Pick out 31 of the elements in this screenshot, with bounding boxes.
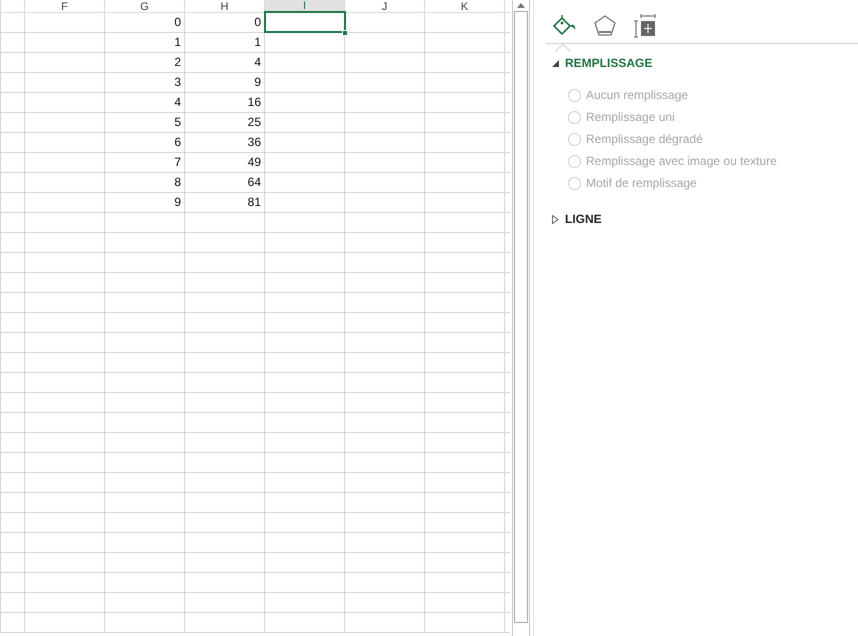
table-cell: 9 xyxy=(184,72,264,92)
table-cell: 25 xyxy=(184,112,264,132)
table-cell: 16 xyxy=(184,92,264,112)
table-cell: 1 xyxy=(184,32,264,52)
expand-triangle-icon xyxy=(552,214,559,224)
table-cell: 49 xyxy=(184,152,264,172)
column-header[interactable]: H xyxy=(184,0,264,12)
table-cell: 1 xyxy=(104,32,184,52)
table-cell: 3 xyxy=(104,72,184,92)
table-cell: 6 xyxy=(104,132,184,152)
table-cell: 81 xyxy=(184,192,264,212)
table-cell: 9 xyxy=(104,192,184,212)
section-header[interactable]: REMPLISSAGE xyxy=(546,52,652,74)
section-header[interactable]: LIGNE xyxy=(546,208,602,230)
column-header[interactable]: J xyxy=(344,0,424,12)
table-cell: 64 xyxy=(184,172,264,192)
column-header[interactable]: K xyxy=(424,0,504,12)
table-cell: 8 xyxy=(104,172,184,192)
collapse-triangle-icon xyxy=(552,60,559,66)
table-cell: 4 xyxy=(184,52,264,72)
size-properties-icon[interactable] xyxy=(632,12,658,40)
table-cell: 0 xyxy=(104,12,184,32)
table-cell: 36 xyxy=(184,132,264,152)
table-cell: 5 xyxy=(104,112,184,132)
scrollbar-thumb[interactable] xyxy=(514,11,528,623)
column-header[interactable]: I xyxy=(264,0,344,12)
table-cell: 4 xyxy=(104,92,184,112)
table-cell: 7 xyxy=(104,152,184,172)
table-cell: 2 xyxy=(104,52,184,72)
column-header[interactable]: F xyxy=(24,0,104,12)
column-header[interactable]: G xyxy=(104,0,184,12)
